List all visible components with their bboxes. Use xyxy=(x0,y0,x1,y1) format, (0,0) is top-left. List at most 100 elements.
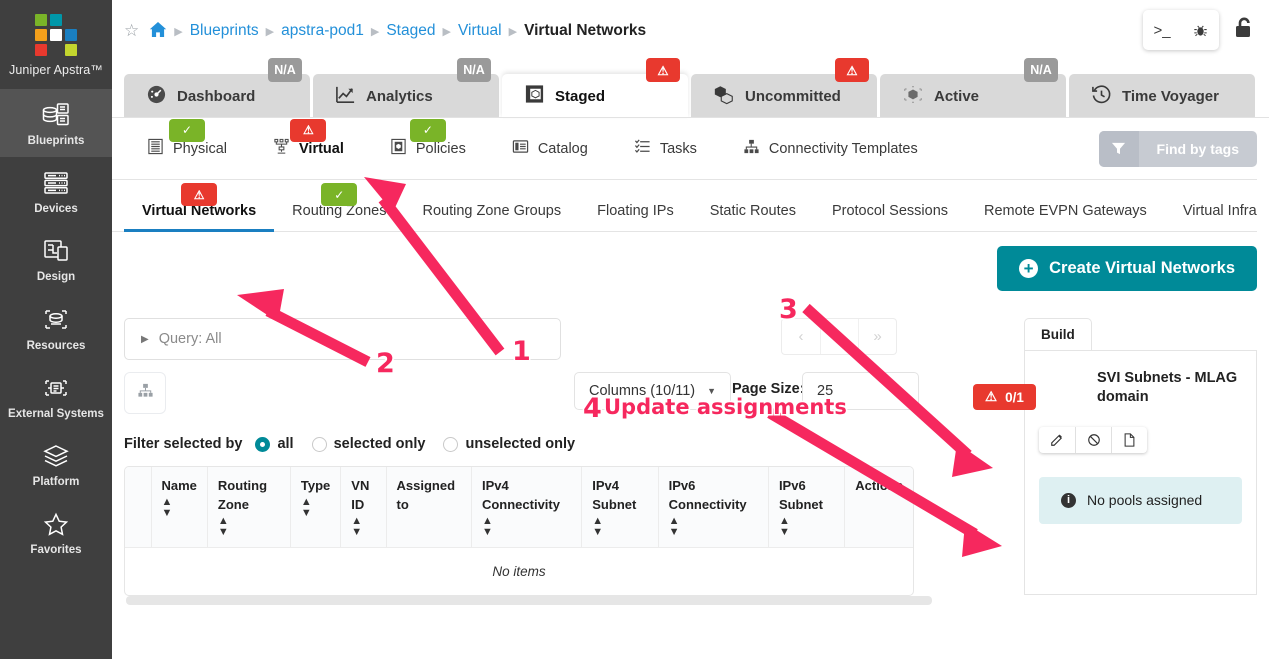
unlock-icon[interactable] xyxy=(1231,15,1257,46)
query-input[interactable]: ▶ Query: All xyxy=(124,318,561,360)
tertiary-tab-routing-zones[interactable]: ✓ Routing Zones xyxy=(274,183,404,231)
no-pools-notice: i No pools assigned xyxy=(1039,476,1242,524)
sidebar-item-platform[interactable]: Platform xyxy=(0,430,112,498)
filter-option-label: unselected only xyxy=(465,436,576,452)
subtab-connectivity-templates[interactable]: Connectivity Templates xyxy=(720,124,941,174)
subtab-catalog[interactable]: Catalog xyxy=(489,124,611,174)
console-icon[interactable]: >_ xyxy=(1143,10,1181,50)
page-next-button[interactable]: › xyxy=(820,319,858,354)
query-label: Query: All xyxy=(158,331,222,347)
create-virtual-networks-button[interactable]: + Create Virtual Networks xyxy=(997,246,1257,291)
sort-icon[interactable]: ▲ ▼ xyxy=(162,496,197,519)
page-prev-button[interactable]: ‹ xyxy=(782,319,820,354)
sort-icon[interactable]: ▲ ▼ xyxy=(218,515,280,538)
catalog-icon xyxy=(512,138,529,159)
tab-active[interactable]: Active N/A xyxy=(880,58,1066,118)
tertiary-tab-routing-zone-groups[interactable]: Routing Zone Groups xyxy=(404,203,579,231)
virtual-networks-table: Name ▲ ▼ Routing Zone ▲ ▼ Type ▲ ▼ VN ID… xyxy=(124,466,914,596)
bug-icon[interactable] xyxy=(1181,10,1219,50)
sort-icon[interactable]: ▲ ▼ xyxy=(669,515,758,538)
tertiary-tab-protocol-sessions[interactable]: Protocol Sessions xyxy=(814,203,966,231)
sort-icon[interactable]: ▲ ▼ xyxy=(482,515,571,538)
filter-option-unselected-only[interactable]: unselected only xyxy=(443,436,575,452)
status-badge-count: ⚠ 0/1 xyxy=(973,384,1036,410)
time-voyager-icon xyxy=(1091,84,1112,109)
column-ipv4-connectivity[interactable]: IPv4 Connectivity ▲ ▼ xyxy=(471,467,583,548)
tab-time-voyager[interactable]: Time Voyager xyxy=(1069,74,1255,118)
filter-option-all[interactable]: all xyxy=(255,436,294,452)
page-last-button[interactable]: » xyxy=(858,319,896,354)
dashboard-icon xyxy=(146,84,167,109)
horizontal-scrollbar[interactable] xyxy=(126,595,932,605)
subtab-policies[interactable]: ✓ Policies xyxy=(367,118,489,174)
column-type[interactable]: Type ▲ ▼ xyxy=(290,467,342,548)
find-by-tags-label: Find by tags xyxy=(1156,140,1239,157)
subtab-tasks[interactable]: Tasks xyxy=(611,124,720,174)
sort-icon[interactable]: ▲ ▼ xyxy=(592,515,647,538)
sidebar-item-label: External Systems xyxy=(8,407,104,420)
tertiary-tab-static-routes[interactable]: Static Routes xyxy=(692,203,814,231)
page-size-select[interactable]: 25 ▼ xyxy=(802,372,919,410)
table-empty-row: No items xyxy=(125,547,913,595)
breadcrumb-separator: ▶ xyxy=(265,25,275,38)
sort-icon[interactable]: ▲ ▼ xyxy=(351,515,375,538)
tab-build[interactable]: Build xyxy=(1024,318,1092,350)
sidebar-item-devices[interactable]: Devices xyxy=(0,157,112,225)
tab-dashboard[interactable]: Dashboard N/A xyxy=(124,58,310,118)
subtab-physical[interactable]: ✓ Physical xyxy=(124,118,250,174)
brand-name: Juniper Apstra™ xyxy=(9,63,103,77)
sidebar-item-label: Blueprints xyxy=(27,135,85,147)
sidebar-item-blueprints[interactable]: Blueprints xyxy=(0,89,112,158)
breadcrumb-item-virtual[interactable]: Virtual xyxy=(458,22,502,40)
rail-items: Blueprints Devices Design Resources Exte… xyxy=(0,89,112,567)
subtab-virtual[interactable]: ⚠ Virtual xyxy=(250,118,367,174)
chevron-right-icon: ▶ xyxy=(141,333,149,345)
column-routing-zone[interactable]: Routing Zone ▲ ▼ xyxy=(207,467,291,548)
column-ipv4-subnet[interactable]: IPv4 Subnet ▲ ▼ xyxy=(581,467,659,548)
breadcrumb-item-blueprints[interactable]: Blueprints xyxy=(190,22,259,40)
radio-unselected-only[interactable] xyxy=(443,436,459,452)
tab-staged[interactable]: Staged ⚠ xyxy=(502,58,688,118)
resource-pool-row: ⚠ 0/1 SVI Subnets - MLAG domain xyxy=(973,369,1242,410)
filter-option-selected-only[interactable]: selected only xyxy=(311,436,425,452)
radio-all[interactable] xyxy=(255,436,271,452)
column-ipv6-subnet[interactable]: IPv6 Subnet ▲ ▼ xyxy=(768,467,846,548)
select-all-column[interactable] xyxy=(125,467,152,548)
tab-analytics[interactable]: Analytics N/A xyxy=(313,58,499,118)
tertiary-tab-virtual-infra[interactable]: Virtual Infra xyxy=(1165,203,1269,231)
tertiary-tab-label: Protocol Sessions xyxy=(831,203,949,219)
column-ipv6-connectivity[interactable]: IPv6 Connectivity ▲ ▼ xyxy=(658,467,769,548)
sidebar-item-resources[interactable]: Resources xyxy=(0,294,112,362)
star-icon[interactable]: ☆ xyxy=(124,21,139,41)
columns-dropdown[interactable]: Columns (10/11) ▼ xyxy=(574,372,732,410)
build-tabs: Build xyxy=(1024,318,1257,350)
document-icon[interactable] xyxy=(1111,426,1147,453)
chevron-down-icon: ▼ xyxy=(895,386,904,396)
topology-view-button[interactable] xyxy=(124,372,166,414)
page-size-label: Page Size: xyxy=(732,381,805,397)
sidebar-item-design[interactable]: Design xyxy=(0,225,112,293)
sort-icon[interactable]: ▲ ▼ xyxy=(779,515,834,538)
sort-icon[interactable]: ▲ ▼ xyxy=(301,496,330,519)
breadcrumb-item-staged[interactable]: Staged xyxy=(386,22,435,40)
column-label: IPv4 Subnet xyxy=(592,478,637,512)
tab-uncommitted[interactable]: Uncommitted ⚠ xyxy=(691,58,877,118)
column-vn-id[interactable]: VN ID ▲ ▼ xyxy=(340,467,387,548)
tertiary-tab-virtual-networks[interactable]: ⚠ Virtual Networks xyxy=(124,183,275,232)
tertiary-tab-remote-evpn-gateways[interactable]: Remote EVPN Gateways xyxy=(966,203,1165,231)
column-name[interactable]: Name ▲ ▼ xyxy=(151,467,208,548)
find-by-tags-button[interactable]: Find by tags xyxy=(1098,130,1257,167)
tertiary-tab-floating-ips[interactable]: Floating IPs xyxy=(579,203,692,231)
edit-icon[interactable] xyxy=(1039,427,1075,453)
status-badge: N/A xyxy=(268,58,302,82)
status-badge-error: ⚠ xyxy=(181,183,218,206)
sidebar-item-label: Favorites xyxy=(30,544,82,557)
block-icon[interactable] xyxy=(1075,426,1111,453)
sidebar-item-external-systems[interactable]: External Systems xyxy=(0,362,112,430)
home-icon[interactable] xyxy=(149,21,167,41)
sidebar-item-label: Platform xyxy=(32,476,80,489)
breadcrumb-item-apstra-pod1[interactable]: apstra-pod1 xyxy=(281,22,364,40)
connectivity-templates-icon xyxy=(743,138,760,159)
sidebar-item-favorites[interactable]: Favorites xyxy=(0,498,112,566)
radio-selected-only[interactable] xyxy=(311,436,327,452)
